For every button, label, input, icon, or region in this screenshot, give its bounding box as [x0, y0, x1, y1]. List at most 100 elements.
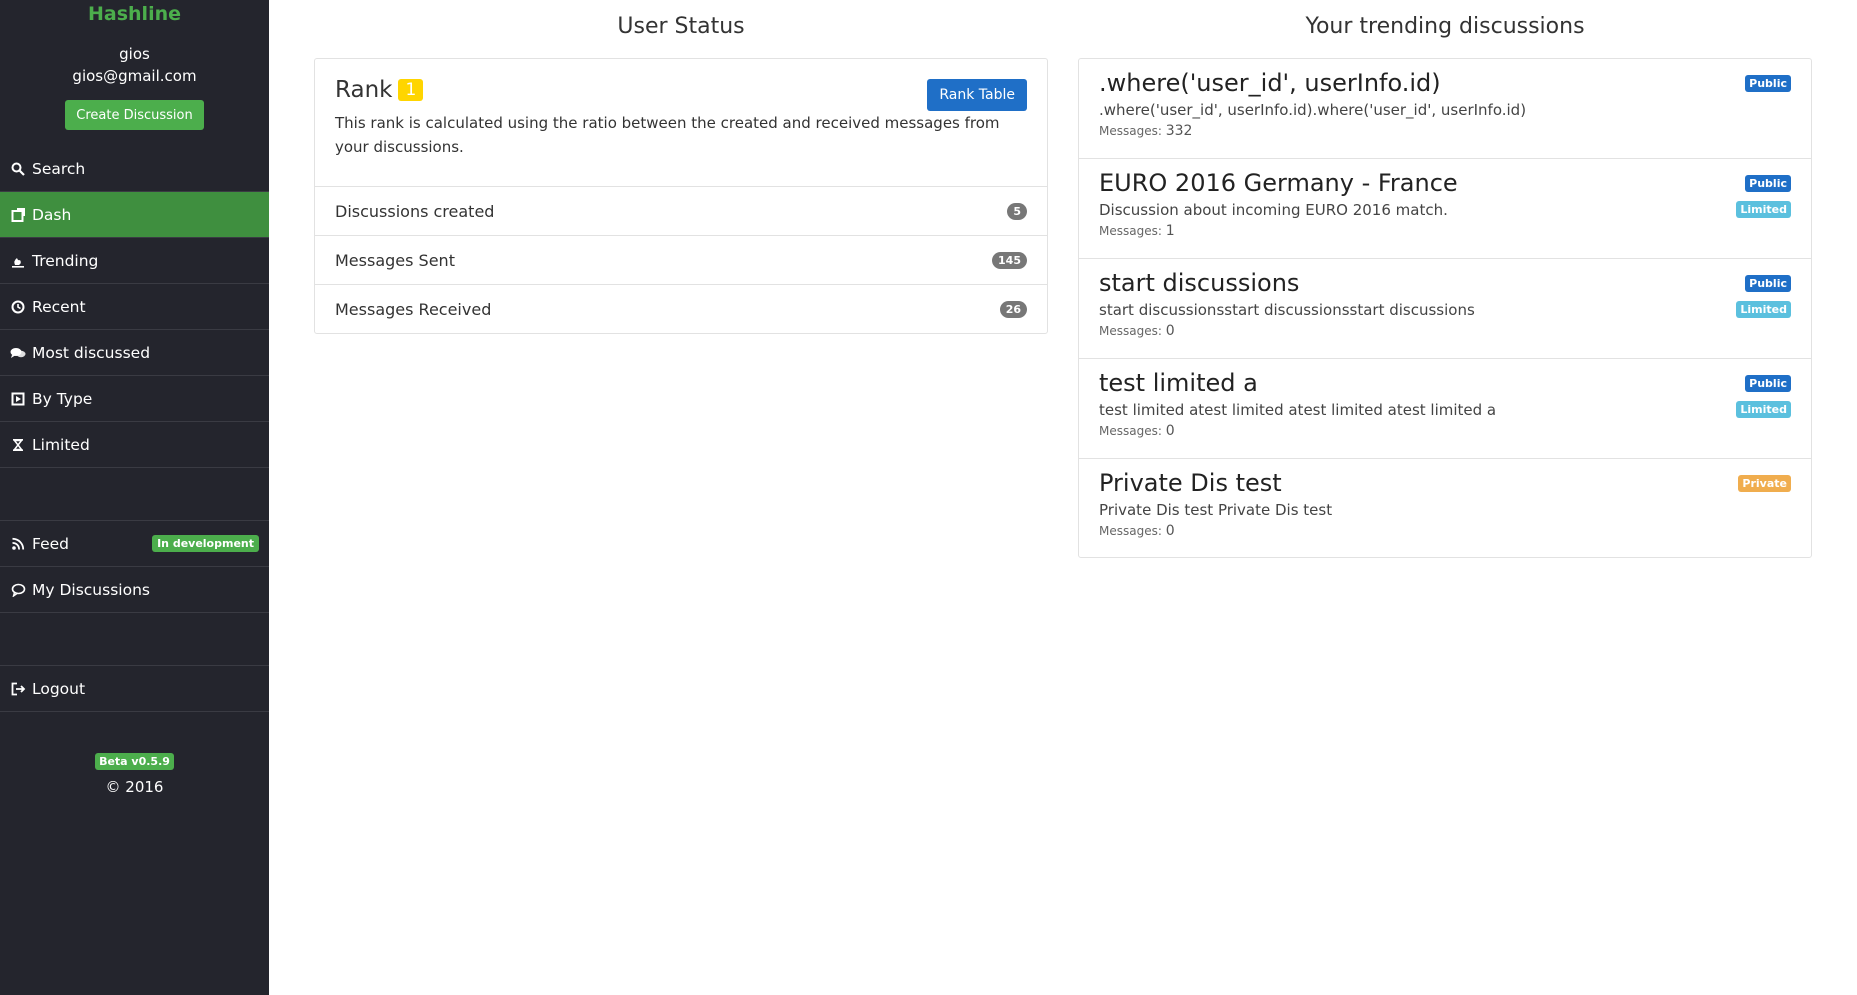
discussion-title: test limited a: [1099, 369, 1258, 397]
sign-out-icon: [10, 681, 26, 697]
version-badge: Beta v0.5.9: [95, 753, 174, 770]
sidebar: Hashline gios gios@gmail.com Create Disc…: [0, 0, 269, 995]
stat-label: Messages Sent: [335, 250, 455, 270]
sidebar-item-limited[interactable]: Limited: [0, 422, 269, 468]
sidebar-item-logout[interactable]: Logout: [0, 666, 269, 712]
sidebar-item-label: By Type: [32, 389, 93, 408]
brand-logo[interactable]: Hashline: [0, 0, 269, 31]
discussion-badges: Public Limited: [1736, 275, 1791, 318]
discussion-item[interactable]: start discussions start discussionsstart…: [1079, 259, 1811, 359]
messages-label: Messages:: [1099, 124, 1162, 138]
rank-label: Rank: [335, 77, 393, 103]
sidebar-item-trending[interactable]: Trending: [0, 238, 269, 284]
messages-label: Messages:: [1099, 224, 1162, 238]
discussion-item[interactable]: Private Dis test Private Dis test Privat…: [1079, 459, 1811, 559]
discussion-title: .where('user_id', userInfo.id): [1099, 69, 1441, 97]
sidebar-item-label: Dash: [32, 205, 72, 224]
clock-icon: [10, 299, 26, 315]
discussion-item[interactable]: test limited a test limited atest limite…: [1079, 359, 1811, 459]
stat-label: Discussions created: [335, 201, 495, 221]
fire-icon: [10, 253, 26, 269]
messages-count: 0: [1165, 423, 1175, 439]
copyright: © 2016: [105, 778, 164, 796]
messages-count: 1: [1165, 223, 1175, 239]
messages-count: 0: [1165, 523, 1175, 539]
stat-label: Messages Received: [335, 300, 492, 319]
sidebar-item-search[interactable]: Search: [0, 147, 269, 192]
private-badge: Private: [1738, 475, 1791, 492]
search-icon: [10, 161, 26, 177]
stat-row-messages-received: Messages Received 26: [315, 285, 1047, 334]
discussion-messages: Messages: 332: [1099, 123, 1791, 139]
play-square-icon: [10, 391, 26, 407]
discussion-description: test limited atest limited atest limited…: [1099, 401, 1497, 419]
discussion-badges: Private: [1738, 475, 1791, 492]
discussion-title: EURO 2016 Germany - France: [1099, 169, 1458, 197]
discussion-item[interactable]: .where('user_id', userInfo.id) .where('u…: [1079, 59, 1811, 159]
messages-label: Messages:: [1099, 424, 1162, 438]
sidebar-item-recent[interactable]: Recent: [0, 284, 269, 330]
messages-count: 0: [1165, 323, 1175, 339]
trending-title: Your trending discussions: [1305, 14, 1585, 39]
discussion-badges: Public Limited: [1736, 375, 1791, 418]
sidebar-footer: Beta v0.5.9 © 2016: [0, 750, 269, 796]
stat-count-badge: 145: [992, 251, 1027, 269]
rank-description: This rank is calculated using the ratio …: [335, 114, 1000, 156]
nav-divider: [0, 613, 269, 666]
rank-heading: Rank 1: [335, 77, 1027, 103]
sidebar-item-label: My Discussions: [32, 580, 150, 599]
comment-icon: [10, 582, 26, 598]
rank-header: Rank 1 Rank Table This rank is calculate…: [315, 59, 1047, 187]
stat-row-messages-sent: Messages Sent 145: [315, 236, 1047, 285]
sidebar-item-label: Recent: [32, 297, 86, 316]
discussion-messages: Messages: 0: [1099, 423, 1791, 439]
limited-badge: Limited: [1736, 301, 1791, 318]
sidebar-item-label: Logout: [32, 679, 86, 698]
user-email: gios@gmail.com: [72, 67, 197, 85]
messages-count: 332: [1165, 123, 1193, 139]
discussion-description: start discussionsstart discussionsstart …: [1099, 301, 1475, 319]
nav-divider: [0, 468, 269, 521]
discussion-description: Discussion about incoming EURO 2016 matc…: [1099, 201, 1448, 219]
limited-badge: Limited: [1736, 201, 1791, 218]
sidebar-item-dash[interactable]: Dash: [0, 192, 269, 238]
stat-row-discussions-created: Discussions created 5: [315, 187, 1047, 236]
user-status-card: Rank 1 Rank Table This rank is calculate…: [314, 58, 1048, 334]
sidebar-item-feed[interactable]: Feed In development: [0, 521, 269, 567]
public-badge: Public: [1745, 75, 1791, 92]
discussion-badges: Public Limited: [1736, 175, 1791, 218]
sidebar-item-label: Search: [32, 160, 86, 178]
sidebar-nav: Search Dash Trending Recent Most discuss…: [0, 147, 269, 712]
public-badge: Public: [1745, 275, 1791, 292]
trending-discussions-card: .where('user_id', userInfo.id) .where('u…: [1078, 58, 1812, 558]
rss-icon: [10, 536, 26, 552]
discussion-messages: Messages: 0: [1099, 323, 1791, 339]
discussion-messages: Messages: 0: [1099, 523, 1791, 539]
discussion-messages: Messages: 1: [1099, 223, 1791, 239]
comments-icon: [10, 345, 26, 361]
public-badge: Public: [1745, 375, 1791, 392]
sidebar-item-label: Feed: [32, 534, 69, 553]
stat-count-badge: 26: [999, 301, 1027, 318]
rank-table-button[interactable]: Rank Table: [927, 79, 1027, 111]
discussion-description: Private Dis test Private Dis test: [1099, 501, 1333, 519]
limited-badge: Limited: [1736, 401, 1791, 418]
create-discussion-button[interactable]: Create Discussion: [65, 100, 204, 130]
discussion-title: start discussions: [1099, 269, 1300, 297]
messages-label: Messages:: [1099, 524, 1162, 538]
stat-count-badge: 5: [1007, 202, 1027, 220]
dashboard-icon: [10, 207, 26, 223]
sidebar-item-my-discussions[interactable]: My Discussions: [0, 567, 269, 613]
in-development-badge: In development: [152, 535, 259, 552]
rank-value-badge: 1: [398, 79, 424, 101]
sidebar-item-label: Trending: [32, 251, 99, 270]
sidebar-item-most-discussed[interactable]: Most discussed: [0, 330, 269, 376]
public-badge: Public: [1745, 175, 1791, 192]
sidebar-item-by-type[interactable]: By Type: [0, 376, 269, 422]
messages-label: Messages:: [1099, 324, 1162, 338]
hourglass-icon: [10, 437, 26, 453]
discussion-description: .where('user_id', userInfo.id).where('us…: [1099, 101, 1527, 119]
sidebar-item-label: Limited: [32, 435, 90, 454]
discussion-item[interactable]: EURO 2016 Germany - France Discussion ab…: [1079, 159, 1811, 259]
sidebar-item-label: Most discussed: [32, 343, 151, 362]
